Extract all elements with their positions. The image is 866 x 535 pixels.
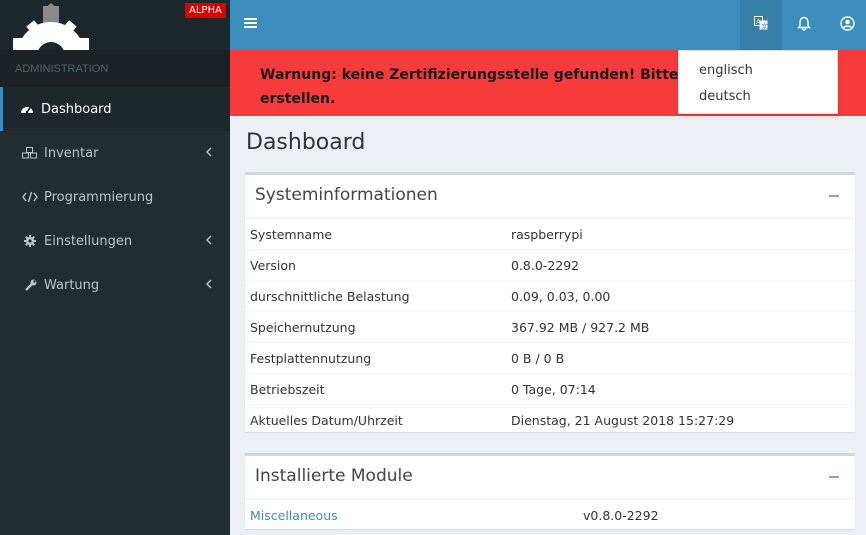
user-circle-icon xyxy=(839,15,855,35)
system-info-box: Systeminformationen Systemname raspberry… xyxy=(245,172,855,432)
sidebar-item-inventar[interactable]: Inventar xyxy=(0,131,230,175)
sidebar: ALPHA ADMINISTRATION Dashboard Inventar … xyxy=(0,0,230,535)
code-icon xyxy=(21,191,39,203)
sidebar-header: ADMINISTRATION xyxy=(0,50,230,87)
language-button[interactable]: A文 xyxy=(740,0,782,50)
sidebar-item-label: Dashboard xyxy=(41,101,112,117)
info-key: Speichernutzung xyxy=(250,319,356,335)
info-key: Festplattennutzung xyxy=(250,350,372,366)
box-header: Installierte Module xyxy=(245,456,855,499)
language-option-deutsch[interactable]: deutsch xyxy=(679,84,837,110)
gear-icon xyxy=(21,235,39,247)
table-row: Aktuelles Datum/Uhrzeit Dienstag, 21 Aug… xyxy=(245,404,855,435)
dashboard-icon xyxy=(18,103,36,115)
sidebar-item-wartung[interactable]: Wartung xyxy=(0,263,230,307)
svg-text:文: 文 xyxy=(761,21,768,30)
wrench-icon xyxy=(21,279,39,292)
alpha-badge: ALPHA xyxy=(185,3,226,18)
sidebar-item-dashboard[interactable]: Dashboard xyxy=(0,87,230,131)
language-option-englisch[interactable]: englisch xyxy=(679,58,837,84)
sidebar-menu: Dashboard Inventar Programmierung Einste… xyxy=(0,87,230,307)
sidebar-item-label: Programmierung xyxy=(44,189,154,205)
module-version: v0.8.0-2292 xyxy=(583,507,659,523)
info-key: durschnittliche Belastung xyxy=(250,288,410,304)
module-name: Miscellaneous xyxy=(245,508,583,523)
language-dropdown: englisch deutsch xyxy=(678,50,838,114)
language-icon: A文 xyxy=(754,16,768,34)
collapse-icon[interactable] xyxy=(829,195,839,197)
page-title: Dashboard xyxy=(246,130,366,155)
sidebar-item-programmierung[interactable]: Programmierung xyxy=(0,175,230,219)
info-key: Betriebszeit xyxy=(250,381,325,397)
chevron-left-icon xyxy=(205,234,212,249)
notifications-button[interactable] xyxy=(783,0,825,50)
table-row: Systemname raspberrypi xyxy=(245,218,855,249)
sidebar-toggle-icon[interactable] xyxy=(244,17,257,33)
info-value: 0 Tage, 07:14 xyxy=(511,381,596,397)
cubes-icon xyxy=(21,147,39,159)
info-value: 0.8.0-2292 xyxy=(511,257,580,273)
info-key: Systemname xyxy=(250,226,333,242)
logo[interactable]: ALPHA xyxy=(0,0,230,50)
info-value: 367.92 MB / 927.2 MB xyxy=(511,319,650,335)
user-menu-button[interactable] xyxy=(826,0,866,50)
info-value: raspberrypi xyxy=(511,226,583,242)
sidebar-item-label: Einstellungen xyxy=(44,233,133,249)
info-key: Aktuelles Datum/Uhrzeit xyxy=(250,412,403,428)
table-row: Miscellaneous v0.8.0-2292 xyxy=(245,499,855,530)
box-title: Systeminformationen xyxy=(255,185,438,205)
info-value: 0 B / 0 B xyxy=(511,350,565,366)
table-row: Speichernutzung 367.92 MB / 927.2 MB xyxy=(245,311,855,342)
table-row: Festplattennutzung 0 B / 0 B xyxy=(245,342,855,373)
sidebar-item-label: Wartung xyxy=(44,277,100,293)
info-key: Version xyxy=(250,257,296,273)
table-row: durschnittliche Belastung 0.09, 0.03, 0.… xyxy=(245,280,855,311)
table-row: Version 0.8.0-2292 xyxy=(245,249,855,280)
box-title: Installierte Module xyxy=(255,466,413,486)
bell-icon xyxy=(797,16,811,35)
chevron-left-icon xyxy=(205,146,212,161)
chevron-left-icon xyxy=(205,278,212,293)
info-value: Dienstag, 21 August 2018 15:27:29 xyxy=(511,412,735,428)
info-value: 0.09, 0.03, 0.00 xyxy=(511,288,611,304)
installed-modules-box: Installierte Module Miscellaneous v0.8.0… xyxy=(245,453,855,529)
module-link[interactable]: Miscellaneous xyxy=(250,508,338,523)
sidebar-item-einstellungen[interactable]: Einstellungen xyxy=(0,219,230,263)
collapse-icon[interactable] xyxy=(829,476,839,478)
box-header: Systeminformationen xyxy=(245,175,855,218)
sidebar-item-label: Inventar xyxy=(44,145,99,161)
top-navbar: A文 xyxy=(230,0,866,50)
table-row: Betriebszeit 0 Tage, 07:14 xyxy=(245,373,855,404)
